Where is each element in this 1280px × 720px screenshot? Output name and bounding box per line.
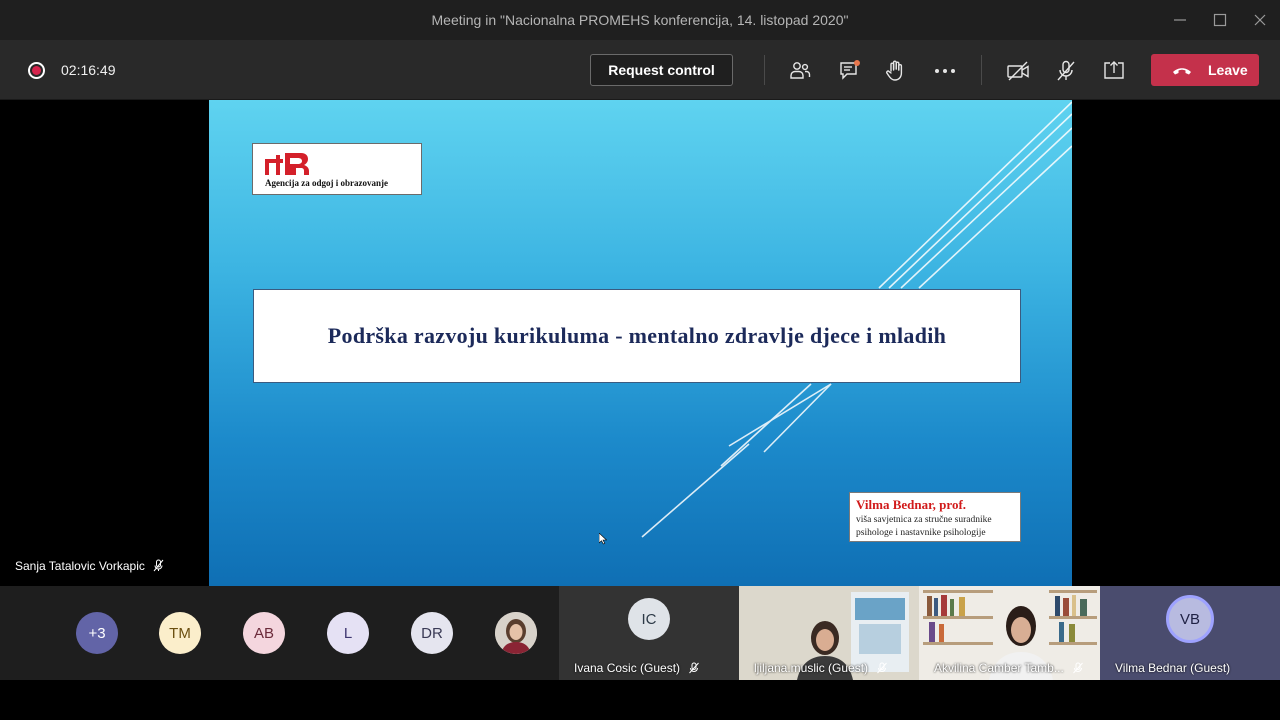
avatar-initials: IC [641,610,657,628]
avatar: IC [628,598,670,640]
teams-meeting-window: Meeting in "Nacionalna PROMEHS konferenc… [0,0,1280,720]
avatar-photo[interactable] [495,612,537,654]
participant-name-text: Akvilina Camber Tamb... [934,661,1064,675]
maximize-icon[interactable] [1208,8,1232,32]
author-box: Vilma Bednar, prof. viša savjetnica za s… [849,492,1021,542]
speaker-name: Sanja Tatalovic Vorkapic [15,559,145,573]
avatar-initials: +3 [88,624,106,642]
aoo-logo-mark [265,153,309,175]
participant-video-tile[interactable]: Akvilina Camber Tamb... [919,586,1100,680]
participant-name-text: ljiljana.muslic (Guest) [754,661,869,675]
shared-slide[interactable]: Agencija za odgoj i obrazovanje Podrška … [209,100,1072,586]
participant-name-text: Ivana Cosic (Guest) [574,661,681,675]
window-title: Meeting in "Nacionalna PROMEHS konferenc… [431,12,849,28]
leave-label: Leave [1208,62,1248,78]
mic-off-icon [877,662,888,674]
avatar[interactable]: TM [159,612,201,654]
toolbar-divider [981,55,982,85]
mic-off-icon[interactable] [1053,58,1079,84]
avatar-more[interactable]: +3 [76,612,118,654]
slide-title-box: Podrška razvoju kurikuluma - mentalno zd… [253,289,1021,383]
avatar-initials: VB [1179,610,1200,628]
mouse-cursor-icon [599,533,607,545]
shared-screen-stage: Agencija za odgoj i obrazovanje Podrška … [0,100,1280,586]
agency-logo: Agencija za odgoj i obrazovanje [252,143,422,195]
bottom-bar [0,680,1280,720]
toolbar-divider [764,55,765,85]
participant-name: Ivana Cosic (Guest) [574,661,700,675]
camera-off-icon[interactable] [1005,58,1031,84]
mic-off-icon [153,559,164,572]
request-control-button[interactable]: Request control [590,54,733,86]
mic-off-icon [689,662,700,674]
chat-icon[interactable] [837,58,863,84]
participant-name: Akvilina Camber Tamb... [934,661,1084,675]
recording-icon [28,62,45,79]
minimize-icon[interactable] [1168,8,1192,32]
author-name: Vilma Bednar, prof. [856,497,967,512]
more-options-icon[interactable] [932,58,958,84]
slide-title: Podrška razvoju kurikuluma - mentalno zd… [327,323,947,348]
participant-name: Vilma Bednar (Guest) [1115,661,1230,675]
agency-name: Agencija za odgoj i obrazovanje [265,178,388,188]
active-speaker-label: Sanja Tatalovic Vorkapic [15,559,165,573]
person-photo-icon [495,612,537,654]
participant-name: ljiljana.muslic (Guest) [754,661,888,675]
participant-tile[interactable]: IC Ivana Cosic (Guest) [559,586,739,680]
avatar-initials: DR [421,624,443,642]
title-bar: Meeting in "Nacionalna PROMEHS konferenc… [0,0,1280,40]
participant-video-tile[interactable]: ljiljana.muslic (Guest) [739,586,919,680]
avatar-initials: TM [169,624,191,642]
meeting-toolbar: 02:16:49 Request control Leave [0,40,1280,100]
leave-button[interactable]: Leave [1151,54,1259,86]
avatar[interactable]: L [327,612,369,654]
raise-hand-icon[interactable] [883,58,909,84]
share-tray-icon[interactable] [1101,58,1127,84]
avatar[interactable]: DR [411,612,453,654]
avatar-initials: L [343,624,353,642]
author-role-line: psihologe i nastavnike psihologije [856,528,986,538]
meeting-timer: 02:16:49 [61,62,116,78]
hang-up-icon [1173,68,1191,75]
author-role-line: viša savjetnica za stručne suradnike [856,515,992,525]
close-icon[interactable] [1248,8,1272,32]
avatar[interactable]: AB [243,612,285,654]
participant-gallery: +3 TM AB L DR IC Ivana Cosic (Guest) lji… [0,586,1280,680]
mic-off-icon [1073,662,1084,674]
avatar-initials: AB [253,624,274,642]
participant-tile-speaking[interactable]: VB Vilma Bednar (Guest) [1100,586,1280,680]
participant-name-text: Vilma Bednar (Guest) [1115,661,1231,675]
avatar: VB [1166,595,1214,643]
participants-icon[interactable] [787,58,813,84]
